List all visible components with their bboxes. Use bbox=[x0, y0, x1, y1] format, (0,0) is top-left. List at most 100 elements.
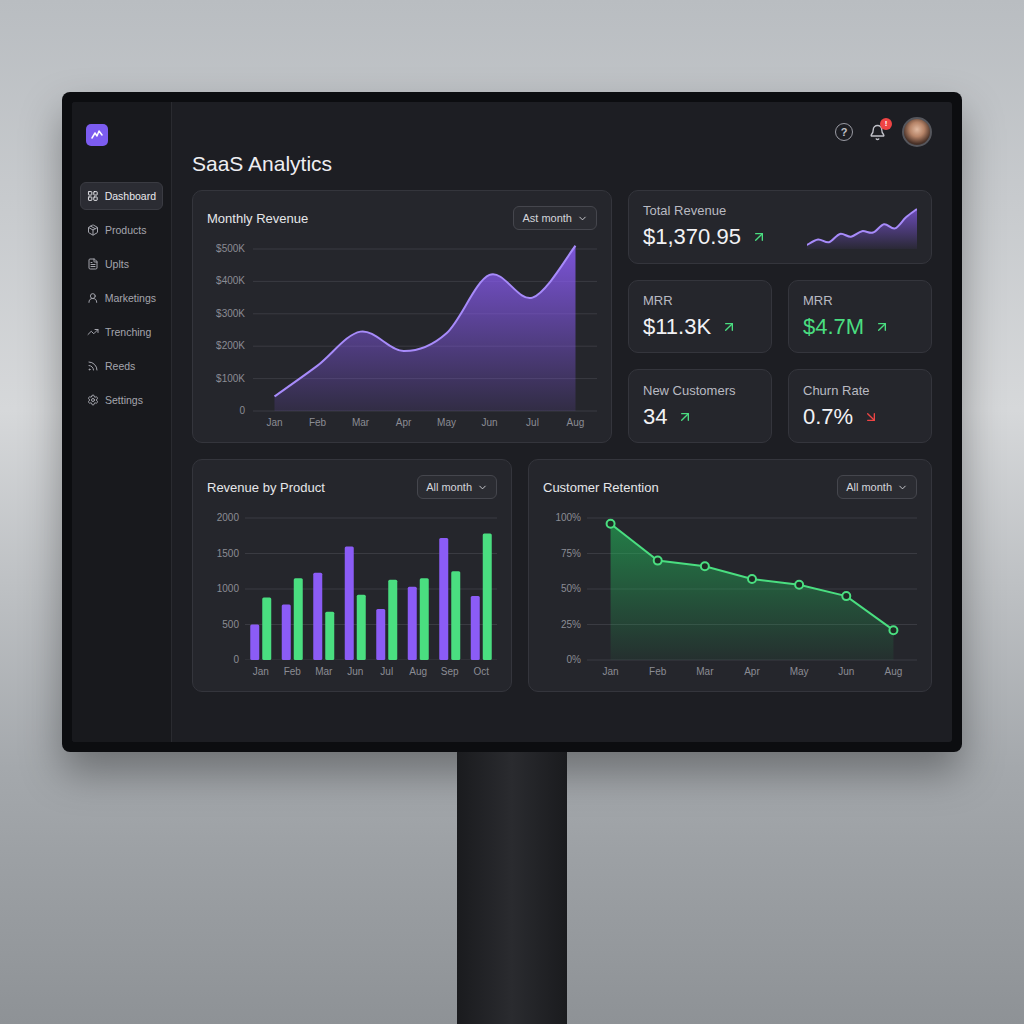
x-tick: Jun bbox=[340, 666, 372, 677]
logo-icon bbox=[91, 129, 103, 141]
bar bbox=[282, 605, 291, 660]
kpi-value: $4.7M bbox=[803, 314, 864, 340]
chevron-down-icon bbox=[577, 213, 588, 224]
y-tick: 0 bbox=[207, 405, 245, 417]
x-axis: JanFebMarAprMayJunAug bbox=[587, 666, 917, 677]
customer-retention-card: Customer RetentionAll month100%75%50%25%… bbox=[528, 459, 932, 692]
x-tick: Oct bbox=[466, 666, 498, 677]
x-tick: Feb bbox=[296, 417, 339, 428]
retention-area bbox=[611, 524, 894, 660]
x-tick: Apr bbox=[382, 417, 425, 428]
nav-icon bbox=[87, 292, 99, 304]
sidebar-item[interactable]: Settings bbox=[80, 386, 163, 414]
x-tick: Jan bbox=[587, 666, 634, 677]
sidebar-item[interactable]: Dashboard bbox=[80, 182, 163, 210]
y-tick: 100% bbox=[543, 512, 581, 524]
kpi-card: MRR$4.7M bbox=[788, 280, 932, 354]
gridline bbox=[245, 518, 497, 519]
y-tick: $100K bbox=[207, 373, 245, 385]
bar bbox=[471, 596, 480, 660]
bar bbox=[357, 595, 366, 660]
filter-dropdown[interactable]: Ast month bbox=[513, 206, 597, 230]
y-tick: $200K bbox=[207, 340, 245, 352]
y-tick: 1000 bbox=[207, 583, 239, 595]
kpi-card: New Customers 34 bbox=[628, 369, 772, 443]
x-tick: Jun bbox=[823, 666, 870, 677]
y-axis: 2000150010005000 bbox=[207, 512, 239, 666]
x-tick: Jan bbox=[253, 417, 296, 428]
nav-icon bbox=[87, 326, 99, 338]
area-chart bbox=[253, 241, 597, 411]
sidebar-item[interactable]: Uplts bbox=[80, 250, 163, 278]
gridline bbox=[253, 281, 597, 282]
bar bbox=[408, 587, 417, 660]
monthly-revenue-card: Monthly RevenueAst month$500K$400K$300K$… bbox=[192, 190, 612, 443]
x-tick: Aug bbox=[403, 666, 435, 677]
kpi-value: 0.7% bbox=[803, 404, 853, 430]
bar bbox=[376, 609, 385, 660]
nav-icon bbox=[87, 224, 99, 236]
filter-dropdown[interactable]: All month bbox=[417, 475, 497, 499]
sidebar-item[interactable]: Reeds bbox=[80, 352, 163, 380]
y-tick: $300K bbox=[207, 308, 245, 320]
y-tick: 25% bbox=[543, 619, 581, 631]
x-tick: Feb bbox=[277, 666, 309, 677]
notifications-button[interactable]: ! bbox=[869, 124, 886, 141]
bar bbox=[388, 580, 397, 660]
kpi-label: New Customers bbox=[643, 383, 735, 398]
sparkline-line bbox=[807, 209, 917, 245]
revenue-area bbox=[275, 246, 576, 411]
x-axis: JanFebMarJunJulAugSepOct bbox=[245, 666, 497, 677]
sidebar-label: Marketings bbox=[105, 292, 156, 304]
bar bbox=[345, 546, 354, 660]
bar bbox=[294, 578, 303, 660]
x-tick: Jul bbox=[511, 417, 554, 428]
nav-icon bbox=[87, 394, 99, 406]
bar bbox=[250, 625, 259, 661]
y-tick: $500K bbox=[207, 243, 245, 255]
gridline bbox=[253, 249, 597, 250]
office-backdrop: Dashboard Products Uplts Marketings Trenchin… bbox=[0, 0, 1024, 1024]
bar bbox=[439, 538, 448, 660]
kpi-value: $11.3K bbox=[643, 314, 711, 340]
x-tick: Aug bbox=[554, 417, 597, 428]
filter-dropdown[interactable]: All month bbox=[837, 475, 917, 499]
sidebar: Dashboard Products Uplts Marketings Trenchin… bbox=[72, 102, 172, 742]
kpi-label: MRR bbox=[643, 293, 737, 308]
arrow-up-right-icon bbox=[751, 229, 767, 245]
kpi-card: Total Revenue$1,370.95 bbox=[628, 190, 932, 264]
nav-icon bbox=[87, 258, 99, 270]
y-axis: $500K$400K$300K$200K$100K0 bbox=[207, 243, 245, 417]
kpi-value: $1,370.95 bbox=[643, 224, 741, 250]
x-tick: May bbox=[776, 666, 823, 677]
sidebar-item[interactable]: Marketings bbox=[80, 284, 163, 312]
x-tick: Sep bbox=[434, 666, 466, 677]
help-icon[interactable]: ? bbox=[835, 123, 853, 141]
filter-label: All month bbox=[846, 481, 892, 493]
nav-icon bbox=[87, 190, 99, 202]
user-avatar[interactable] bbox=[902, 117, 932, 147]
sparkline-area bbox=[807, 209, 917, 249]
monitor: Dashboard Products Uplts Marketings Trenchin… bbox=[62, 92, 962, 752]
chevron-down-icon bbox=[897, 482, 908, 493]
kpi-label: Churn Rate bbox=[803, 383, 879, 398]
revenue-line bbox=[275, 246, 576, 397]
y-tick: 2000 bbox=[207, 512, 239, 524]
chart-area: 100%75%50%25%0%JanFebMarAprMayJunAug bbox=[543, 510, 917, 677]
x-tick: Mar bbox=[681, 666, 728, 677]
dashboard-screen: Dashboard Products Uplts Marketings Trenchin… bbox=[72, 102, 952, 742]
kpi-value: 34 bbox=[643, 404, 667, 430]
arrow-up-right-icon bbox=[874, 319, 890, 335]
arrow-down-right-icon bbox=[863, 409, 879, 425]
sidebar-item[interactable]: Trenching bbox=[80, 318, 163, 346]
x-tick: Jul bbox=[371, 666, 403, 677]
filter-label: All month bbox=[426, 481, 472, 493]
x-tick: Aug bbox=[870, 666, 917, 677]
filter-label: Ast month bbox=[522, 212, 572, 224]
logo[interactable] bbox=[86, 124, 108, 146]
bar bbox=[483, 534, 492, 660]
retention-point bbox=[654, 557, 662, 565]
sidebar-item[interactable]: Products bbox=[80, 216, 163, 244]
y-tick: 1500 bbox=[207, 548, 239, 560]
bar bbox=[420, 578, 429, 660]
